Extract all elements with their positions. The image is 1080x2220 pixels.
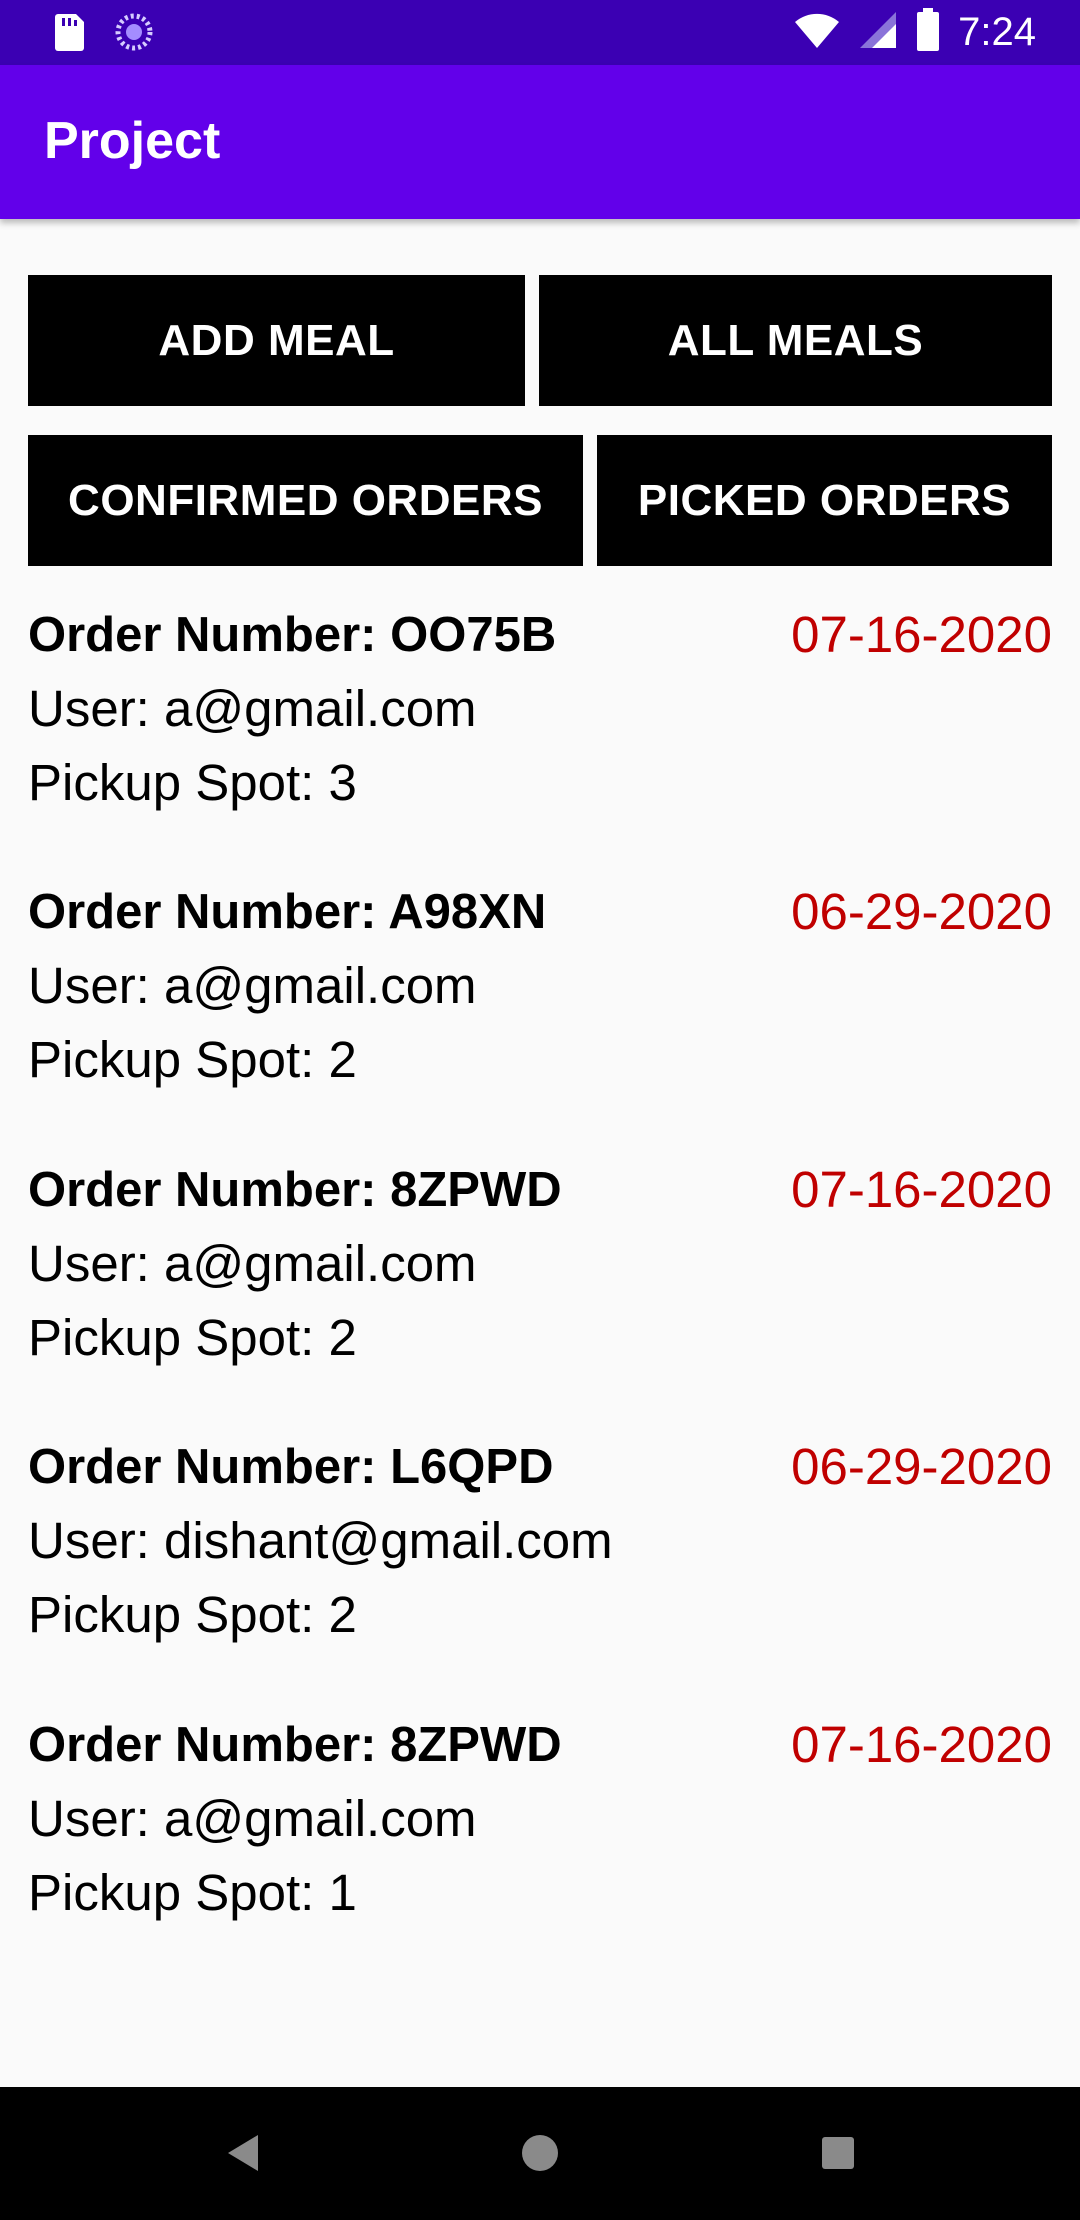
app-title: Project [44,112,221,170]
order-item[interactable]: Order Number: L6QPD 06-29-2020 User: dis… [28,1430,1052,1660]
back-icon[interactable] [212,2123,272,2183]
order-number: Order Number: A98XN [28,885,547,939]
order-date: 07-16-2020 [791,1716,1052,1773]
order-item[interactable]: Order Number: OO75B 07-16-2020 User: a@g… [28,598,1052,828]
order-number: Order Number: 8ZPWD [28,1718,562,1772]
order-pickup-spot: Pickup Spot: 1 [28,1864,357,1921]
order-user: User: a@gmail.com [28,1790,477,1847]
order-item[interactable]: Order Number: 8ZPWD 07-16-2020 User: a@g… [28,1153,1052,1383]
recents-icon[interactable] [808,2123,868,2183]
order-number: Order Number: OO75B [28,608,557,662]
confirmed-orders-button[interactable]: CONFIRMED ORDERS [28,435,583,566]
order-date: 06-29-2020 [791,1438,1052,1495]
order-pickup-spot: Pickup Spot: 2 [28,1031,357,1088]
order-user: User: a@gmail.com [28,957,477,1014]
order-date: 07-16-2020 [791,1161,1052,1218]
order-pickup-spot: Pickup Spot: 3 [28,754,357,811]
navigation-bar [0,2087,1080,2220]
signal-icon [858,10,898,55]
wifi-icon [794,10,840,55]
order-number: Order Number: 8ZPWD [28,1163,562,1217]
order-date: 06-29-2020 [791,883,1052,940]
order-user: User: dishant@gmail.com [28,1512,613,1569]
battery-icon [916,7,940,57]
order-date: 07-16-2020 [791,606,1052,663]
home-icon[interactable] [510,2123,570,2183]
order-item[interactable]: Order Number: A98XN 06-29-2020 User: a@g… [28,875,1052,1105]
sync-icon [114,12,154,57]
sd-card-icon [52,12,86,57]
order-pickup-spot: Pickup Spot: 2 [28,1309,357,1366]
order-user: User: a@gmail.com [28,1235,477,1292]
status-bar: 7:24 [0,0,1080,65]
status-time: 7:24 [958,10,1036,54]
order-item[interactable]: Order Number: 8ZPWD 07-16-2020 User: a@g… [28,1708,1052,1938]
all-meals-button[interactable]: ALL MEALS [539,275,1052,406]
picked-orders-button[interactable]: PICKED ORDERS [597,435,1052,566]
add-meal-button[interactable]: ADD MEAL [28,275,525,406]
order-number: Order Number: L6QPD [28,1440,554,1494]
app-bar: Project [0,65,1080,219]
order-user: User: a@gmail.com [28,680,477,737]
order-pickup-spot: Pickup Spot: 2 [28,1586,357,1643]
